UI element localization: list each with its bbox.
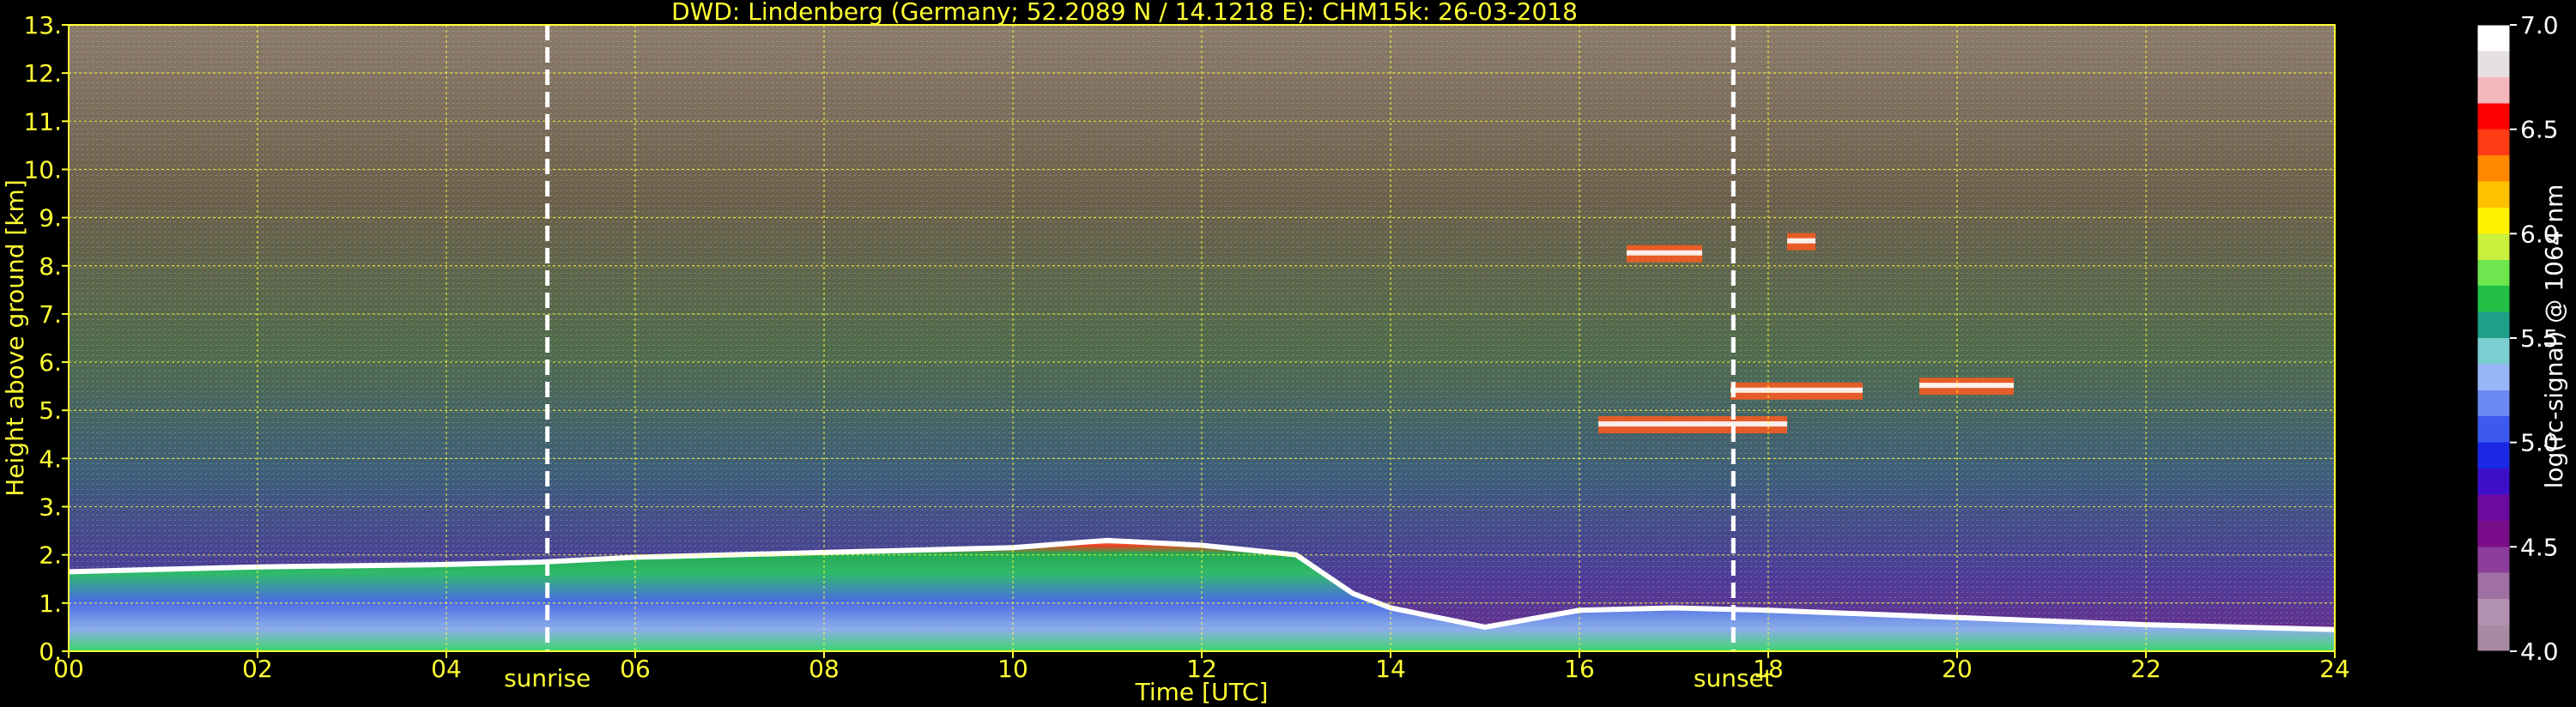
x-tick-label: 22 (2131, 655, 2161, 683)
y-tick-label: 11. (23, 107, 62, 136)
y-tick-label: 8. (39, 252, 62, 281)
ceilometer-chart: sunrise sunset 00 02 04 06 08 10 12 14 16 18 20 22 24… (1, 0, 2568, 706)
colorbar-tick-label: 7.0 (2520, 11, 2559, 39)
colorbar-scale (2476, 24, 2511, 652)
y-tick-label: 3. (39, 493, 62, 522)
colorbar-label: log(rc-signal) @ 1064 nm (2540, 184, 2568, 489)
colorbar-tick-label: 4.5 (2520, 533, 2559, 561)
colorbar: 4.04.55.05.56.06.57.0 log(rc-signal) @ 1… (2476, 11, 2568, 666)
colorbar-tick-label: 6.5 (2520, 116, 2559, 144)
x-tick-label: 16 (1564, 655, 1595, 683)
chart-title: DWD: Lindenberg (Germany; 52.2089 N / 14… (671, 0, 1578, 26)
y-tick-label: 4. (39, 444, 62, 473)
x-tick-label: 24 (2319, 655, 2350, 683)
y-tick-label: 1. (39, 589, 62, 618)
x-tick-label: 02 (242, 655, 273, 683)
x-tick-label: 06 (620, 655, 651, 683)
x-tick-label: 10 (997, 655, 1028, 683)
x-tick-label: 18 (1753, 655, 1784, 683)
cloud-layer-core-5 (1598, 421, 1787, 427)
y-axis-label: Height above ground [km] (1, 179, 29, 497)
y-tick-label: 7. (39, 300, 62, 329)
cloud-layer-core-1 (1627, 250, 1702, 256)
x-tick-label: 08 (809, 655, 839, 683)
cloud-layer-core-2 (1787, 238, 1815, 244)
x-tick-label: 14 (1375, 655, 1406, 683)
y-tick-label: 5. (39, 396, 62, 425)
y-tick-label: 10. (23, 155, 62, 184)
y-axis-ticks: 0. 1. 2. 3. 4. 5. 6. 7. 8. 9. 10. 11. 12. 13. (23, 11, 69, 666)
plot-area: sunrise sunset (68, 24, 2336, 692)
x-tick-label: 04 (431, 655, 462, 683)
y-tick-label: 0. (39, 638, 62, 666)
sunrise-label: sunrise (504, 664, 591, 692)
colorbar-tick-label: 4.0 (2520, 638, 2559, 666)
y-tick-label: 12. (23, 59, 62, 88)
x-axis-label: Time [UTC] (1135, 678, 1269, 706)
y-tick-label: 2. (39, 541, 62, 570)
x-tick-label: 20 (1942, 655, 1973, 683)
y-tick-label: 9. (39, 204, 62, 233)
cloud-layer-core-3 (1730, 387, 1863, 393)
cloud-layer-core-4 (1919, 383, 2014, 389)
y-tick-label: 13. (23, 11, 62, 39)
y-tick-label: 6. (39, 348, 62, 377)
